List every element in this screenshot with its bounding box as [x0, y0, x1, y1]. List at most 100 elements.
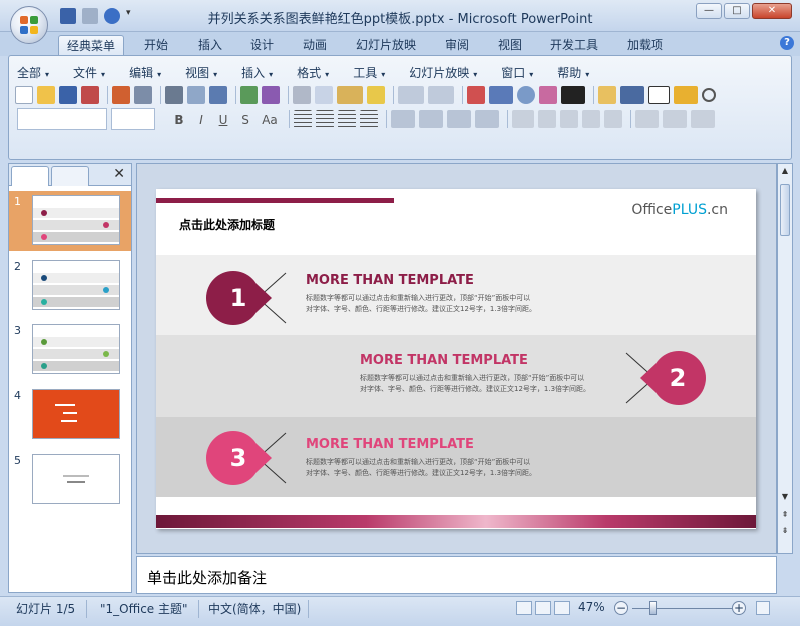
shape-fill-icon[interactable]	[691, 110, 715, 128]
item-heading-3[interactable]: MORE THAN TEMPLATE	[306, 437, 474, 452]
scroll-down-icon[interactable]: ▼	[778, 490, 792, 504]
open-icon[interactable]	[37, 86, 55, 104]
zoom-in-icon[interactable]: +	[732, 601, 746, 615]
tab-review[interactable]: 审阅	[437, 35, 477, 56]
zoom-level[interactable]: 47%	[578, 600, 605, 614]
language-indicator[interactable]: 中文(简体，中国)	[208, 600, 301, 617]
tab-addins[interactable]: 加载项	[619, 35, 671, 56]
bullets-icon[interactable]	[475, 110, 499, 128]
zoom-slider-track[interactable]	[632, 608, 732, 609]
font-color-icon[interactable]	[512, 110, 534, 128]
columns-icon[interactable]	[391, 110, 415, 128]
vertical-scrollbar[interactable]: ▲ ▼ ⇞ ⇟	[777, 163, 793, 554]
italic-button[interactable]: I	[191, 110, 211, 128]
tab-insert[interactable]: 插入	[190, 35, 230, 56]
clipart-icon[interactable]	[517, 86, 535, 104]
scrollbar-thumb[interactable]	[780, 184, 790, 236]
tab-slideshow[interactable]: 幻灯片放映	[348, 35, 424, 56]
tab-slides[interactable]	[11, 166, 49, 186]
new-slide-icon[interactable]	[598, 86, 616, 104]
spelling-icon[interactable]	[240, 86, 258, 104]
menu-edit[interactable]: 编辑 ▾	[129, 64, 161, 81]
color-icon[interactable]	[561, 86, 585, 104]
cut-icon[interactable]	[293, 86, 311, 104]
preview-icon[interactable]	[187, 86, 205, 104]
paste-icon[interactable]	[337, 86, 363, 104]
slide-thumbnail-2[interactable]: 2	[9, 256, 131, 316]
menu-file[interactable]: 文件 ▾	[73, 64, 105, 81]
slide-canvas[interactable]: 点击此处添加标题 OfficePLUS.cn 1 MORE THAN TEMPL…	[156, 189, 756, 529]
folder-icon[interactable]	[674, 86, 698, 104]
permission-icon[interactable]	[112, 86, 130, 104]
slide-sorter-icon[interactable]	[535, 601, 551, 615]
menu-help[interactable]: 帮助 ▾	[557, 64, 589, 81]
help-icon[interactable]: ?	[780, 36, 794, 50]
numbering-icon[interactable]	[447, 110, 471, 128]
quick-styles-icon[interactable]	[663, 110, 687, 128]
align-right-icon[interactable]	[338, 110, 356, 128]
maximize-button[interactable]: □	[724, 3, 750, 19]
slideshow-view-icon[interactable]	[554, 601, 570, 615]
item-text-3[interactable]: 标题数字等都可以通过点击和重新输入进行更改，顶部“开始”面板中可以 对字体、字号、…	[306, 457, 536, 479]
justify-icon[interactable]	[360, 110, 378, 128]
align-left-icon[interactable]	[294, 110, 312, 128]
underline-button[interactable]: U	[213, 110, 233, 128]
minimize-button[interactable]: —	[696, 3, 722, 19]
arrange-icon[interactable]	[635, 110, 659, 128]
grow-font-icon[interactable]	[538, 110, 556, 128]
tab-animation[interactable]: 动画	[295, 35, 335, 56]
fit-to-window-icon[interactable]	[756, 601, 770, 615]
close-panel-icon[interactable]: ✕	[113, 166, 125, 182]
bold-button[interactable]: B	[169, 110, 189, 128]
next-slide-icon[interactable]: ⇟	[778, 524, 792, 538]
format-painter-icon[interactable]	[367, 86, 385, 104]
slide-thumbnail-1[interactable]: 1	[9, 191, 131, 251]
print-preview-icon[interactable]	[134, 86, 152, 104]
copy-icon[interactable]	[315, 86, 333, 104]
text-direction-icon[interactable]	[419, 110, 443, 128]
align-center-icon[interactable]	[316, 110, 334, 128]
layout-icon[interactable]	[620, 86, 644, 104]
tab-design[interactable]: 设计	[242, 35, 282, 56]
menu-all[interactable]: 全部 ▾	[17, 64, 49, 81]
menu-format[interactable]: 格式 ▾	[297, 64, 329, 81]
item-text-1[interactable]: 标题数字等都可以通过点击和重新输入进行更改，顶部“开始”面板中可以 对字体、字号、…	[306, 293, 536, 315]
table-icon[interactable]	[489, 86, 513, 104]
zoom-out-icon[interactable]: −	[614, 601, 628, 615]
view-icon[interactable]	[209, 86, 227, 104]
slide-thumbnail-4[interactable]: 4	[9, 385, 131, 445]
decrease-indent-icon[interactable]	[582, 110, 600, 128]
menu-slideshow[interactable]: 幻灯片放映 ▾	[409, 64, 477, 81]
tab-classic-menu[interactable]: 经典菜单	[58, 35, 125, 56]
slide-thumbnail-3[interactable]: 3	[9, 320, 131, 380]
menu-insert[interactable]: 插入 ▾	[241, 64, 273, 81]
notes-pane[interactable]: 单击此处添加备注	[136, 556, 777, 594]
tab-view[interactable]: 视图	[490, 35, 530, 56]
slide-thumbnail-5[interactable]: 5	[9, 450, 131, 510]
save-as-icon[interactable]	[81, 86, 99, 104]
new-icon[interactable]	[15, 86, 33, 104]
research-icon[interactable]	[262, 86, 280, 104]
item-text-2[interactable]: 标题数字等都可以通过点击和重新输入进行更改，顶部“开始”面板中可以 对字体、字号、…	[360, 373, 590, 395]
normal-view-icon[interactable]	[516, 601, 532, 615]
slide-title-placeholder[interactable]: 点击此处添加标题	[179, 216, 275, 233]
menu-window[interactable]: 窗口 ▾	[501, 64, 533, 81]
menu-tools[interactable]: 工具 ▾	[353, 64, 385, 81]
tab-developer[interactable]: 开发工具	[542, 35, 606, 56]
office-button[interactable]	[10, 6, 48, 44]
menu-view[interactable]: 视图 ▾	[185, 64, 217, 81]
item-heading-1[interactable]: MORE THAN TEMPLATE	[306, 273, 474, 288]
save-icon[interactable]	[59, 86, 77, 104]
redo-icon[interactable]	[428, 86, 454, 104]
previous-slide-icon[interactable]: ⇞	[778, 508, 792, 522]
tab-home[interactable]: 开始	[136, 35, 176, 56]
textbox-icon[interactable]	[648, 86, 670, 104]
close-button[interactable]: ✕	[752, 3, 792, 19]
undo-icon[interactable]	[398, 86, 424, 104]
font-name-select[interactable]	[17, 108, 107, 130]
increase-indent-icon[interactable]	[604, 110, 622, 128]
shrink-font-icon[interactable]	[560, 110, 578, 128]
picture-icon[interactable]	[539, 86, 557, 104]
find-icon[interactable]	[702, 88, 716, 102]
shadow-button[interactable]: S	[235, 110, 255, 128]
